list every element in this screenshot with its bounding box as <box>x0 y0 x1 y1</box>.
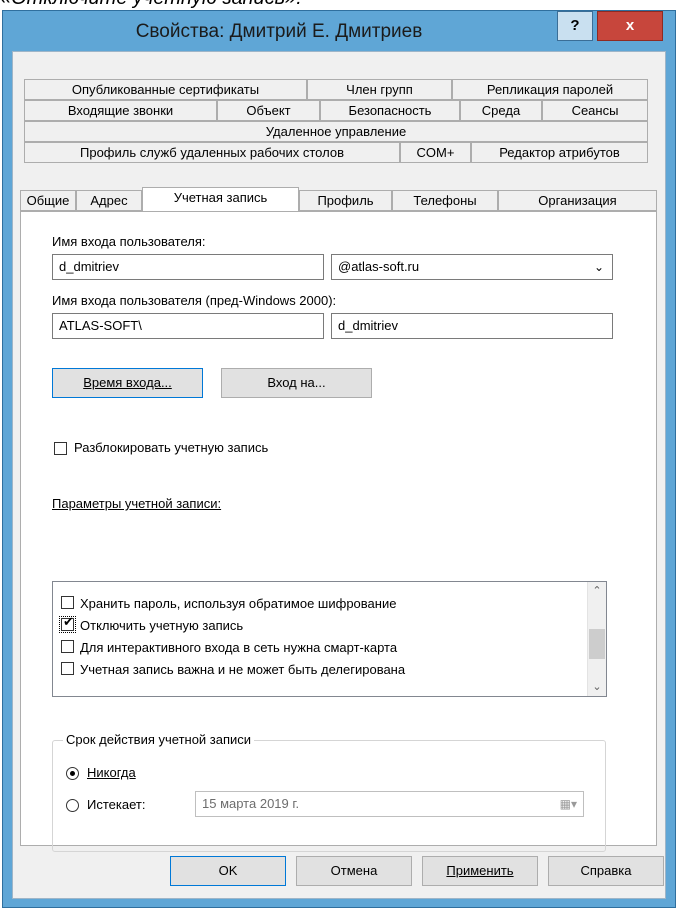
ok-button[interactable]: OK <box>170 856 286 886</box>
logon-to-button[interactable]: Вход на... <box>221 368 372 398</box>
apply-label: Применить <box>446 863 514 878</box>
account-tab-panel: Имя входа пользователя: d_dmitriev @atla… <box>20 211 657 852</box>
smart-card-checkbox[interactable] <box>61 640 74 653</box>
account-expires-group: Срок действия учетной записи Никогда Ист… <box>52 732 606 852</box>
tab-profile[interactable]: Профиль <box>299 190 392 211</box>
tab-organization[interactable]: Организация <box>498 190 657 211</box>
expires-radio[interactable] <box>66 799 79 812</box>
unlock-account-checkbox[interactable] <box>54 442 67 455</box>
tab-security[interactable]: Безопасность <box>320 100 460 121</box>
tab-attribute-editor[interactable]: Редактор атрибутов <box>471 142 648 163</box>
pre2000-label: Имя входа пользователя (пред-Windows 200… <box>52 293 337 308</box>
list-item[interactable]: ✔ Отключить учетную запись <box>53 614 573 636</box>
tab-account[interactable]: Учетная запись <box>142 187 299 211</box>
checkmark-icon: ✔ <box>63 614 74 629</box>
logon-hours-label: Время входа... <box>83 375 172 390</box>
tab-password-replication[interactable]: Репликация паролей <box>452 79 648 100</box>
list-item[interactable]: Хранить пароль, используя обратимое шифр… <box>53 592 573 614</box>
apply-button[interactable]: Применить <box>422 856 538 886</box>
options-scrollbar[interactable]: ⌃ ⌄ <box>587 582 606 696</box>
tab-dial-in[interactable]: Входящие звонки <box>24 100 217 121</box>
unlock-account-label: Разблокировать учетную запись <box>74 440 269 455</box>
tab-remote-control[interactable]: Удаленное управление <box>24 121 648 142</box>
never-label: Никогда <box>87 765 136 780</box>
tab-telephones[interactable]: Телефоны <box>392 190 498 211</box>
list-item-label: Учетная запись важна и не может быть дел… <box>80 662 406 677</box>
help-footer-button[interactable]: Справка <box>548 856 664 886</box>
dialog-title: Свойства: Дмитрий Е. Дмитриев <box>135 21 423 42</box>
tab-address[interactable]: Адрес <box>76 190 142 211</box>
account-expires-title: Срок действия учетной записи <box>63 732 255 747</box>
pre2000-domain-field: ATLAS-SOFT\ <box>52 313 324 339</box>
radio-selected-dot <box>70 771 75 776</box>
tab-object[interactable]: Объект <box>217 100 320 121</box>
cancel-button[interactable]: Отмена <box>296 856 412 886</box>
never-radio[interactable] <box>66 767 79 780</box>
tab-com-plus[interactable]: COM+ <box>400 142 471 163</box>
calendar-icon[interactable]: ▦▾ <box>560 792 577 816</box>
properties-dialog: Свойства: Дмитрий Е. Дмитриев ? x Опубли… <box>2 10 676 908</box>
logon-name-input[interactable]: d_dmitriev <box>52 254 324 280</box>
upn-suffix-select[interactable]: @atlas-soft.ru ⌄ <box>331 254 613 280</box>
tab-sessions[interactable]: Сеансы <box>542 100 648 121</box>
logon-to-label: Вход на... <box>267 375 326 390</box>
tab-member-of[interactable]: Член групп <box>307 79 452 100</box>
logon-name-label: Имя входа пользователя: <box>52 234 206 249</box>
tab-environment[interactable]: Среда <box>460 100 542 121</box>
reversible-encryption-checkbox[interactable] <box>61 596 74 609</box>
pre2000-name-input[interactable]: d_dmitriev <box>331 313 613 339</box>
list-item[interactable]: Учетная запись важна и не может быть дел… <box>53 658 573 680</box>
close-button[interactable]: x <box>597 11 663 41</box>
list-item-label: Хранить пароль, используя обратимое шифр… <box>80 596 397 611</box>
title-bar: Свойства: Дмитрий Е. Дмитриев ? x <box>3 11 675 51</box>
scrollbar-thumb[interactable] <box>589 629 605 659</box>
scroll-down-icon[interactable]: ⌄ <box>588 678 606 696</box>
expiry-date-value: 15 марта 2019 г. <box>202 796 300 811</box>
list-item[interactable]: Для интерактивного входа в сеть нужна см… <box>53 636 573 658</box>
expires-label: Истекает: <box>87 797 146 812</box>
sensitive-account-checkbox[interactable] <box>61 662 74 675</box>
account-options-label: Параметры учетной записи: <box>52 496 222 511</box>
scroll-up-icon[interactable]: ⌃ <box>588 582 606 600</box>
help-button[interactable]: ? <box>557 11 593 41</box>
chevron-down-icon: ⌄ <box>593 260 604 274</box>
dialog-client-area: Опубликованные сертификаты Член групп Ре… <box>12 51 666 899</box>
list-item-label: Для интерактивного входа в сеть нужна см… <box>80 640 398 655</box>
tab-published-certificates[interactable]: Опубликованные сертификаты <box>24 79 307 100</box>
disable-account-checkbox[interactable]: ✔ <box>59 614 76 633</box>
logon-hours-button[interactable]: Время входа... <box>52 368 203 398</box>
list-item-label: Отключить учетную запись <box>80 618 244 633</box>
expiry-date-picker[interactable]: 15 марта 2019 г. ▦▾ <box>195 791 584 817</box>
account-options-list: Хранить пароль, используя обратимое шифр… <box>52 581 607 697</box>
tab-general[interactable]: Общие <box>20 190 76 211</box>
tab-rds-profile[interactable]: Профиль служб удаленных рабочих столов <box>24 142 400 163</box>
upn-suffix-value: @atlas-soft.ru <box>338 259 420 274</box>
